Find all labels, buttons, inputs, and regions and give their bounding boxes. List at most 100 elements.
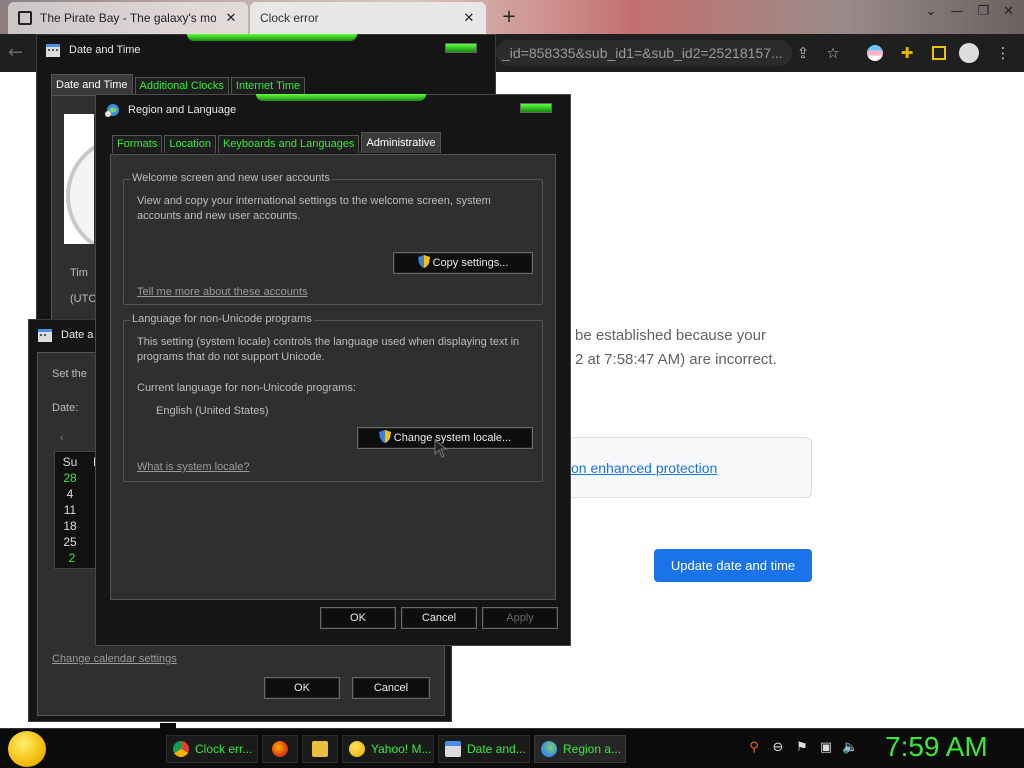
tab-title: Clock error	[260, 11, 319, 25]
analog-clock	[64, 114, 94, 244]
prev-month-arrow-icon[interactable]: ‹	[60, 431, 64, 446]
taskbar-label: Yahoo! M...	[371, 742, 432, 756]
extension-flag-icon[interactable]	[864, 42, 886, 64]
date-time-tabs: Date and Time Additional Clocks Internet…	[51, 74, 306, 95]
tab-additional-clocks[interactable]: Additional Clocks	[134, 77, 229, 95]
update-date-time-button[interactable]: Update date and time	[654, 549, 812, 582]
close-tab-icon[interactable]: ✕	[462, 10, 476, 26]
dialog-title: Date and Time	[69, 44, 141, 56]
cancel-button[interactable]: Cancel	[401, 607, 477, 629]
timezone-label: (UTC	[70, 293, 97, 305]
close-button[interactable]	[445, 43, 477, 53]
dialog-title: Region and Language	[128, 104, 237, 116]
search-icon[interactable]: ⚲	[746, 740, 762, 756]
chrome-icon	[173, 741, 189, 757]
taskbar-item-folder[interactable]	[302, 735, 338, 763]
calendar-day[interactable]: 2	[57, 551, 87, 565]
change-system-locale-label: Change system locale...	[393, 432, 512, 444]
region-language-dialog: Region and Language Formats Location Key…	[95, 94, 571, 646]
taskbar-item-yahoo[interactable]: Yahoo! M...	[342, 735, 434, 763]
yahoo-messenger-icon	[349, 741, 365, 757]
sidepanel-icon[interactable]	[928, 42, 950, 64]
minus-circle-icon[interactable]: ⊖	[770, 740, 786, 756]
what-is-system-locale-link[interactable]: What is system locale?	[137, 461, 249, 473]
restore-icon[interactable]: ❐	[977, 4, 989, 19]
volume-icon[interactable]: 🔈	[842, 740, 858, 756]
browser-tab-strip: The Pirate Bay - The galaxy's mo ✕ Clock…	[0, 0, 1024, 34]
taskbar: Clock err... Yahoo! M... Date and... Reg…	[0, 723, 1024, 768]
apply-button[interactable]: Apply	[482, 607, 558, 629]
ok-button[interactable]: OK	[264, 677, 340, 699]
calendar-day[interactable]: 28	[55, 471, 85, 485]
dialog-caption: Date and Time	[37, 35, 495, 65]
share-icon[interactable]: ⇪	[792, 42, 814, 64]
tab-title: The Pirate Bay - The galaxy's mo	[40, 11, 216, 25]
new-tab-button[interactable]: +	[498, 6, 520, 28]
taskbar-item-chrome[interactable]: Clock err...	[166, 735, 258, 763]
region-tabs: Formats Location Keyboards and Languages…	[112, 132, 441, 153]
group-label: Language for non-Unicode programs	[130, 313, 314, 325]
calendar-day[interactable]: 4	[55, 487, 85, 501]
taskbar-item-date-time[interactable]: Date and...	[438, 735, 530, 763]
calendar-day[interactable]: 25	[55, 535, 85, 549]
puzzle-icon[interactable]: ✚	[896, 42, 918, 64]
taskbar-notch	[160, 723, 176, 729]
date-time-icon	[445, 741, 461, 757]
copy-settings-button[interactable]: Copy settings...	[393, 252, 533, 274]
administrative-panel: Welcome screen and new user accounts Vie…	[110, 154, 556, 600]
welcome-description: View and copy your international setting…	[137, 195, 491, 222]
date-time-icon	[38, 329, 52, 342]
back-arrow-icon[interactable]: ←	[8, 42, 30, 64]
calendar-day[interactable]: 11	[55, 503, 85, 517]
dialog-caption: Region and Language	[96, 95, 570, 125]
close-window-icon[interactable]: ✕	[1003, 4, 1014, 19]
dialog-title: Date a	[61, 329, 94, 341]
menu-kebab-icon[interactable]: ⋮	[992, 42, 1014, 64]
region-language-icon	[541, 741, 557, 757]
ok-button[interactable]: OK	[320, 607, 396, 629]
tab-pirate-bay[interactable]: The Pirate Bay - The galaxy's mo ✕	[8, 2, 248, 34]
chevron-down-icon[interactable]: ⌄	[926, 4, 937, 19]
close-button[interactable]	[520, 103, 552, 113]
group-label: Welcome screen and new user accounts	[130, 172, 332, 184]
cancel-button[interactable]: Cancel	[352, 677, 430, 699]
tab-location[interactable]: Location	[164, 135, 216, 153]
tab-date-and-time[interactable]: Date and Time	[51, 74, 133, 95]
tab-formats[interactable]: Formats	[112, 135, 163, 153]
taskbar-label: Region a...	[563, 742, 622, 756]
globe-icon	[105, 104, 119, 117]
change-calendar-settings-link[interactable]: Change calendar settings	[52, 653, 177, 665]
time-label: Tim	[70, 267, 88, 279]
uac-shield-icon	[417, 255, 430, 268]
taskbar-item-firefox[interactable]	[262, 735, 298, 763]
calendar-day[interactable]: 18	[55, 519, 85, 533]
tell-me-more-link[interactable]: Tell me more about these accounts	[137, 286, 308, 298]
copy-settings-label: Copy settings...	[432, 257, 509, 269]
taskbar-label: Clock err...	[195, 742, 253, 756]
error-description-line: 2 at 7:58:47 AM) are incorrect.	[575, 351, 777, 368]
bookmark-star-icon[interactable]: ☆	[822, 42, 844, 64]
smiley-start-button[interactable]	[8, 731, 46, 767]
network-icon[interactable]: ▣	[818, 740, 834, 756]
tab-clock-error[interactable]: Clock error ✕	[250, 2, 486, 34]
enhanced-protection-link[interactable]: on enhanced protection	[571, 460, 717, 476]
taskbar-item-region[interactable]: Region a...	[534, 735, 626, 763]
close-tab-icon[interactable]: ✕	[224, 10, 238, 26]
tab-administrative[interactable]: Administrative	[361, 132, 441, 153]
firefox-icon	[272, 741, 288, 757]
minimize-icon[interactable]: —	[950, 4, 963, 19]
taskbar-clock[interactable]: 7:59 AM	[885, 731, 988, 763]
window-controls: ⌄ — ❐ ✕	[926, 4, 1014, 19]
tab-keyboards-languages[interactable]: Keyboards and Languages	[217, 135, 360, 153]
weekday-header: Su	[62, 455, 78, 469]
date-time-icon	[46, 44, 60, 57]
taskbar-label: Date and...	[467, 742, 526, 756]
unicode-description: This setting (system locale) controls th…	[137, 336, 520, 363]
tab-internet-time[interactable]: Internet Time	[230, 77, 306, 95]
flag-icon[interactable]: ⚑	[794, 740, 810, 756]
current-language-label: Current language for non-Unicode program…	[137, 382, 356, 394]
profile-avatar-icon[interactable]	[958, 42, 980, 64]
welcome-screen-group: Welcome screen and new user accounts Vie…	[123, 172, 543, 305]
address-bar[interactable]: _id=858335&sub_id1=&sub_id2=25218157...	[496, 40, 792, 66]
date-label: Date:	[52, 402, 79, 414]
